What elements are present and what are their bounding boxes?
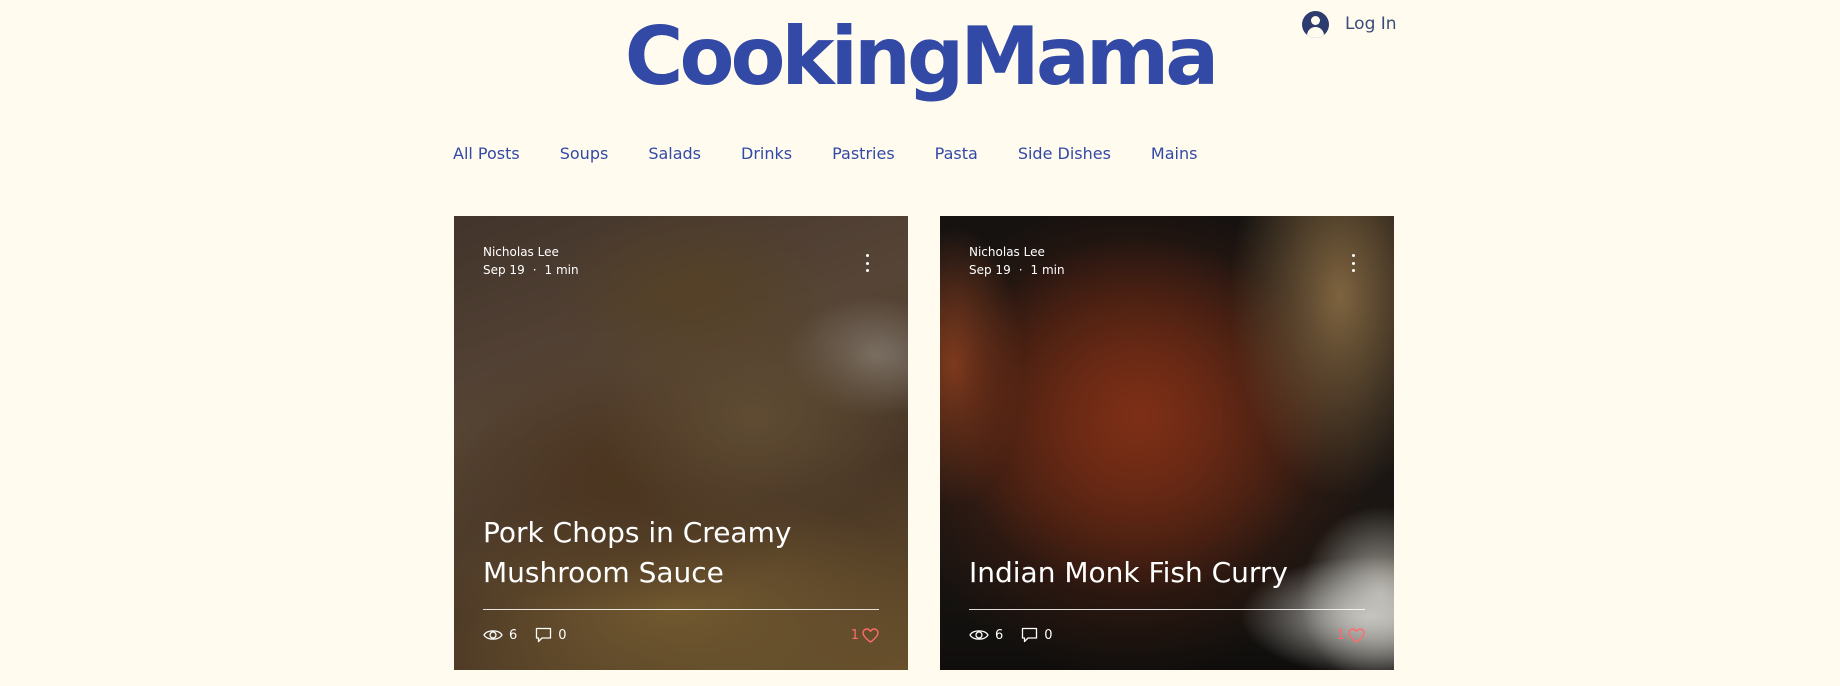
divider: [969, 609, 1365, 610]
like-button[interactable]: 1: [1337, 628, 1365, 643]
views-stat: 6: [483, 628, 517, 643]
likes-count: 1: [1336, 627, 1345, 643]
comments-stat[interactable]: 0: [1021, 627, 1053, 643]
divider: [483, 609, 879, 610]
post-author[interactable]: Nicholas Lee: [969, 245, 1045, 259]
separator-dot: ·: [1018, 263, 1023, 277]
post-stats: 6 0 1: [483, 626, 879, 644]
nav-item-pastries[interactable]: Pastries: [832, 144, 895, 163]
views-count: 6: [509, 627, 518, 643]
heart-icon: [862, 627, 879, 643]
nav-item-salads[interactable]: Salads: [648, 144, 701, 163]
more-options-icon[interactable]: [1350, 254, 1356, 272]
login-button[interactable]: Log In: [1302, 9, 1397, 39]
post-author[interactable]: Nicholas Lee: [483, 245, 559, 259]
post-date: Sep 19: [969, 263, 1011, 277]
comment-icon: [536, 627, 552, 643]
post-stats: 6 0 1: [969, 626, 1365, 644]
post-card[interactable]: Nicholas Lee Sep 19 · 1 min Pork Chops i…: [454, 216, 908, 670]
comments-count: 0: [1044, 627, 1053, 643]
post-meta: Sep 19 · 1 min: [969, 263, 1065, 277]
comments-stat[interactable]: 0: [535, 627, 567, 643]
comment-icon: [1022, 627, 1038, 643]
post-read-time: 1 min: [1030, 263, 1065, 277]
post-title[interactable]: Indian Monk Fish Curry: [969, 553, 1359, 593]
nav-item-side-dishes[interactable]: Side Dishes: [1018, 144, 1111, 163]
category-nav: All Posts Soups Salads Drinks Pastries P…: [453, 144, 1197, 163]
site-title[interactable]: CookingMama: [0, 10, 1840, 103]
separator-dot: ·: [532, 263, 537, 277]
heart-icon: [1348, 627, 1365, 643]
nav-item-mains[interactable]: Mains: [1151, 144, 1198, 163]
post-card[interactable]: Nicholas Lee Sep 19 · 1 min Indian Monk …: [940, 216, 1394, 670]
nav-item-all-posts[interactable]: All Posts: [453, 144, 520, 163]
eye-icon: [969, 630, 989, 640]
post-date: Sep 19: [483, 263, 525, 277]
nav-item-pasta[interactable]: Pasta: [935, 144, 978, 163]
comments-count: 0: [558, 627, 567, 643]
views-stat: 6: [969, 628, 1003, 643]
eye-icon: [483, 630, 503, 640]
post-meta: Sep 19 · 1 min: [483, 263, 579, 277]
more-options-icon[interactable]: [864, 254, 870, 272]
nav-item-soups[interactable]: Soups: [560, 144, 609, 163]
likes-count: 1: [850, 627, 859, 643]
post-title[interactable]: Pork Chops in Creamy Mushroom Sauce: [483, 513, 873, 593]
nav-item-drinks[interactable]: Drinks: [741, 144, 792, 163]
like-button[interactable]: 1: [851, 628, 879, 643]
user-avatar-icon: [1302, 10, 1329, 38]
views-count: 6: [995, 627, 1004, 643]
login-label: Log In: [1345, 14, 1397, 34]
post-read-time: 1 min: [544, 263, 579, 277]
